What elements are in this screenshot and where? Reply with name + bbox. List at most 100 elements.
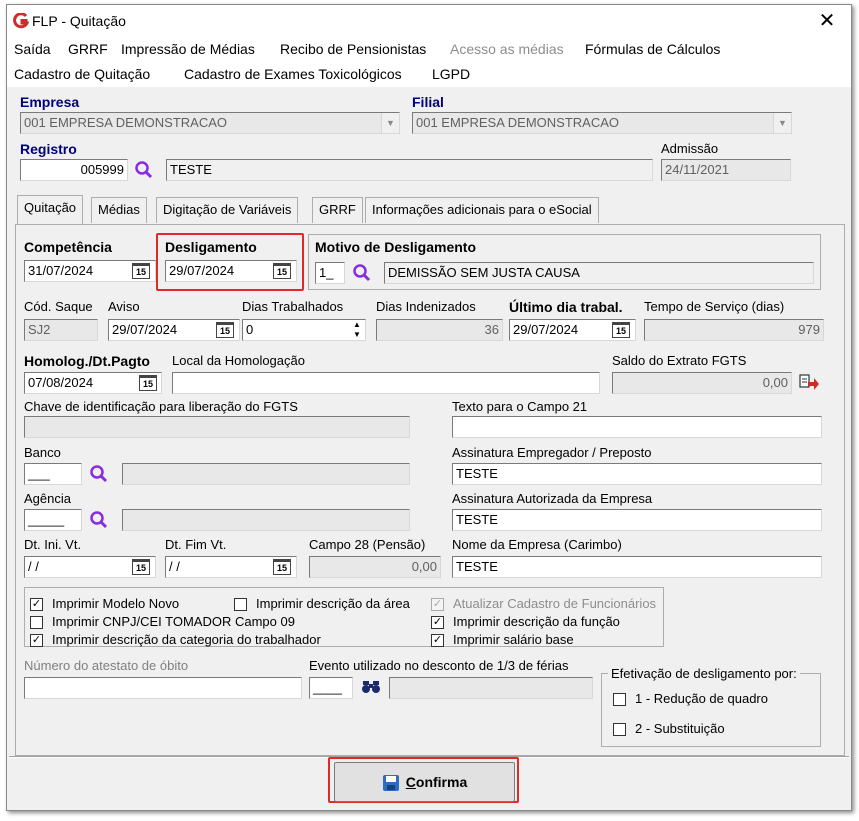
aviso-value: 29/07/2024 [112,322,178,337]
desligamento-label: Desligamento [165,239,257,255]
agencia-desc-field [122,509,410,531]
texto21-field[interactable] [452,416,822,438]
assinatura-aut-field[interactable]: TESTE [452,509,822,531]
binoculars-icon[interactable] [361,677,381,697]
menu-cadastro-exames[interactable]: Cadastro de Exames Toxicológicos [184,66,402,82]
menu-formulas-calculos[interactable]: Fórmulas de Cálculos [585,41,720,57]
app-logo-icon [13,13,29,29]
menu-impressao-medias[interactable]: Impressão de Médias [121,41,255,57]
tab-grrf[interactable]: GRRF [312,197,363,223]
calendar-icon[interactable]: 15 [216,322,234,338]
export-arrow-icon[interactable] [798,373,820,393]
assinatura-aut-label: Assinatura Autorizada da Empresa [452,491,653,506]
checkbox-atualizar-cadastro: ✓ [431,598,444,611]
menu-acesso-medias: Acesso as médias [450,41,564,57]
ultimo-dia-label: Último dia trabal. [509,299,623,315]
checkbox-label: Imprimir Modelo Novo [52,596,180,611]
motivo-code-field[interactable]: 1_ [315,262,345,284]
local-homolog-label: Local da Homologação [172,353,305,368]
chave-fgts-label: Chave de identificação para liberação do… [24,399,298,414]
checkbox-label: Atualizar Cadastro de Funcionários [453,596,657,611]
dias-trab-label: Dias Trabalhados [242,299,344,314]
window-title: FLP - Quitação [32,13,126,29]
tab-quitacao[interactable]: Quitação [17,195,84,224]
evento-desc-field [389,677,593,699]
checkbox-imprimir-salario-base[interactable]: ✓ [431,634,444,647]
agencia-label: Agência [24,491,71,506]
search-icon[interactable] [134,160,154,180]
tab-esocial[interactable]: Informações adicionais para o eSocial [365,197,599,223]
assinatura-emp-label: Assinatura Empregador / Preposto [452,445,652,460]
tempo-servico-field: 979 [644,319,824,341]
obito-field[interactable] [24,677,302,699]
calendar-icon[interactable]: 15 [273,263,291,279]
checkbox-imprimir-descricao-funcao[interactable]: ✓ [431,616,444,629]
tempo-servico-label: Tempo de Serviço (dias) [644,299,785,314]
chevron-down-icon[interactable]: ▼ [381,113,399,133]
saldo-fgts-label: Saldo do Extrato FGTS [612,353,747,368]
search-icon[interactable] [89,510,109,530]
title-bar: FLP - Quitação ✕ [7,5,851,37]
dias-inden-field: 36 [376,319,503,341]
cod-saque-field: SJ2 [24,319,98,341]
dias-trab-field[interactable]: 0 [242,319,366,341]
calendar-icon[interactable]: 15 [132,263,150,279]
filial-label: Filial [412,94,444,110]
menu-cadastro-quitacao[interactable]: Cadastro de Quitação [14,66,150,82]
checkbox-substituicao[interactable] [613,723,626,736]
checkbox-label: Imprimir descrição da área [256,596,410,611]
cod-saque-label: Cód. Saque [24,299,93,314]
checkbox-label: Imprimir descrição da função [453,614,620,629]
checkbox-imprimir-cnpj-tomador[interactable] [30,616,43,629]
texto21-label: Texto para o Campo 21 [452,399,588,414]
checkbox-label: Imprimir salário base [453,632,574,647]
tab-digitacao-variaveis[interactable]: Digitação de Variáveis [156,197,299,223]
homolog-label: Homolog./Dt.Pagto [24,353,150,369]
checkbox-imprimir-descricao-area[interactable] [234,598,247,611]
calendar-icon[interactable]: 15 [273,559,291,575]
empresa-value: 001 EMPRESA DEMONSTRACAO [24,115,227,130]
search-icon[interactable] [89,464,109,484]
assinatura-emp-field[interactable]: TESTE [452,463,822,485]
checkbox-reducao-quadro[interactable] [613,693,626,706]
checkbox-label: 1 - Redução de quadro [635,691,768,706]
registro-label: Registro [20,141,77,157]
banco-desc-field [122,463,410,485]
tab-medias[interactable]: Médias [91,197,147,223]
menu-bar: Saída GRRF Impressão de Médias Recibo de… [7,37,851,87]
dt-fim-vt-label: Dt. Fim Vt. [165,537,227,552]
motivo-desc-field: DEMISSÃO SEM JUSTA CAUSA [384,262,814,284]
empresa-select[interactable]: 001 EMPRESA DEMONSTRACAO ▼ [20,112,400,134]
empresa-label: Empresa [20,94,80,110]
registro-code-field[interactable]: 005999 [20,159,128,181]
local-homolog-field[interactable] [172,372,600,394]
ultimo-dia-value: 29/07/2024 [513,322,579,337]
aviso-label: Aviso [108,299,140,314]
search-icon[interactable] [352,263,372,283]
menu-lgpd[interactable]: LGPD [432,66,470,82]
evento-code-field[interactable]: ____ [309,677,353,699]
homolog-value: 07/08/2024 [28,375,94,390]
calendar-icon[interactable]: 15 [139,375,157,391]
dt-fim-vt-value: / / [169,559,180,574]
checkbox-imprimir-categoria[interactable]: ✓ [30,634,43,647]
close-button[interactable]: ✕ [807,7,847,35]
banco-field[interactable]: ___ [24,463,82,485]
confirm-button[interactable]: Confirma [334,762,515,802]
calendar-icon[interactable]: 15 [132,559,150,575]
agencia-field[interactable]: _____ [24,509,82,531]
nome-empresa-field[interactable]: TESTE [452,556,822,578]
desligamento-value: 29/07/2024 [169,263,235,278]
spin-up-down-icon[interactable]: ▲ ▼ [350,320,364,340]
filial-select[interactable]: 001 EMPRESA DEMONSTRACAO ▼ [412,112,792,134]
dias-trab-value: 0 [246,322,254,337]
menu-recibo-pensionistas[interactable]: Recibo de Pensionistas [280,41,426,57]
checkbox-label: Imprimir CNPJ/CEI TOMADOR Campo 09 [52,614,295,629]
menu-saida[interactable]: Saída [14,41,51,57]
menu-grrf[interactable]: GRRF [68,41,108,57]
calendar-icon[interactable]: 15 [612,322,630,338]
registro-name-field: TESTE [166,159,653,181]
checkbox-imprimir-modelo-novo[interactable]: ✓ [30,598,43,611]
chevron-down-icon[interactable]: ▼ [773,113,791,133]
banco-label: Banco [24,445,61,460]
